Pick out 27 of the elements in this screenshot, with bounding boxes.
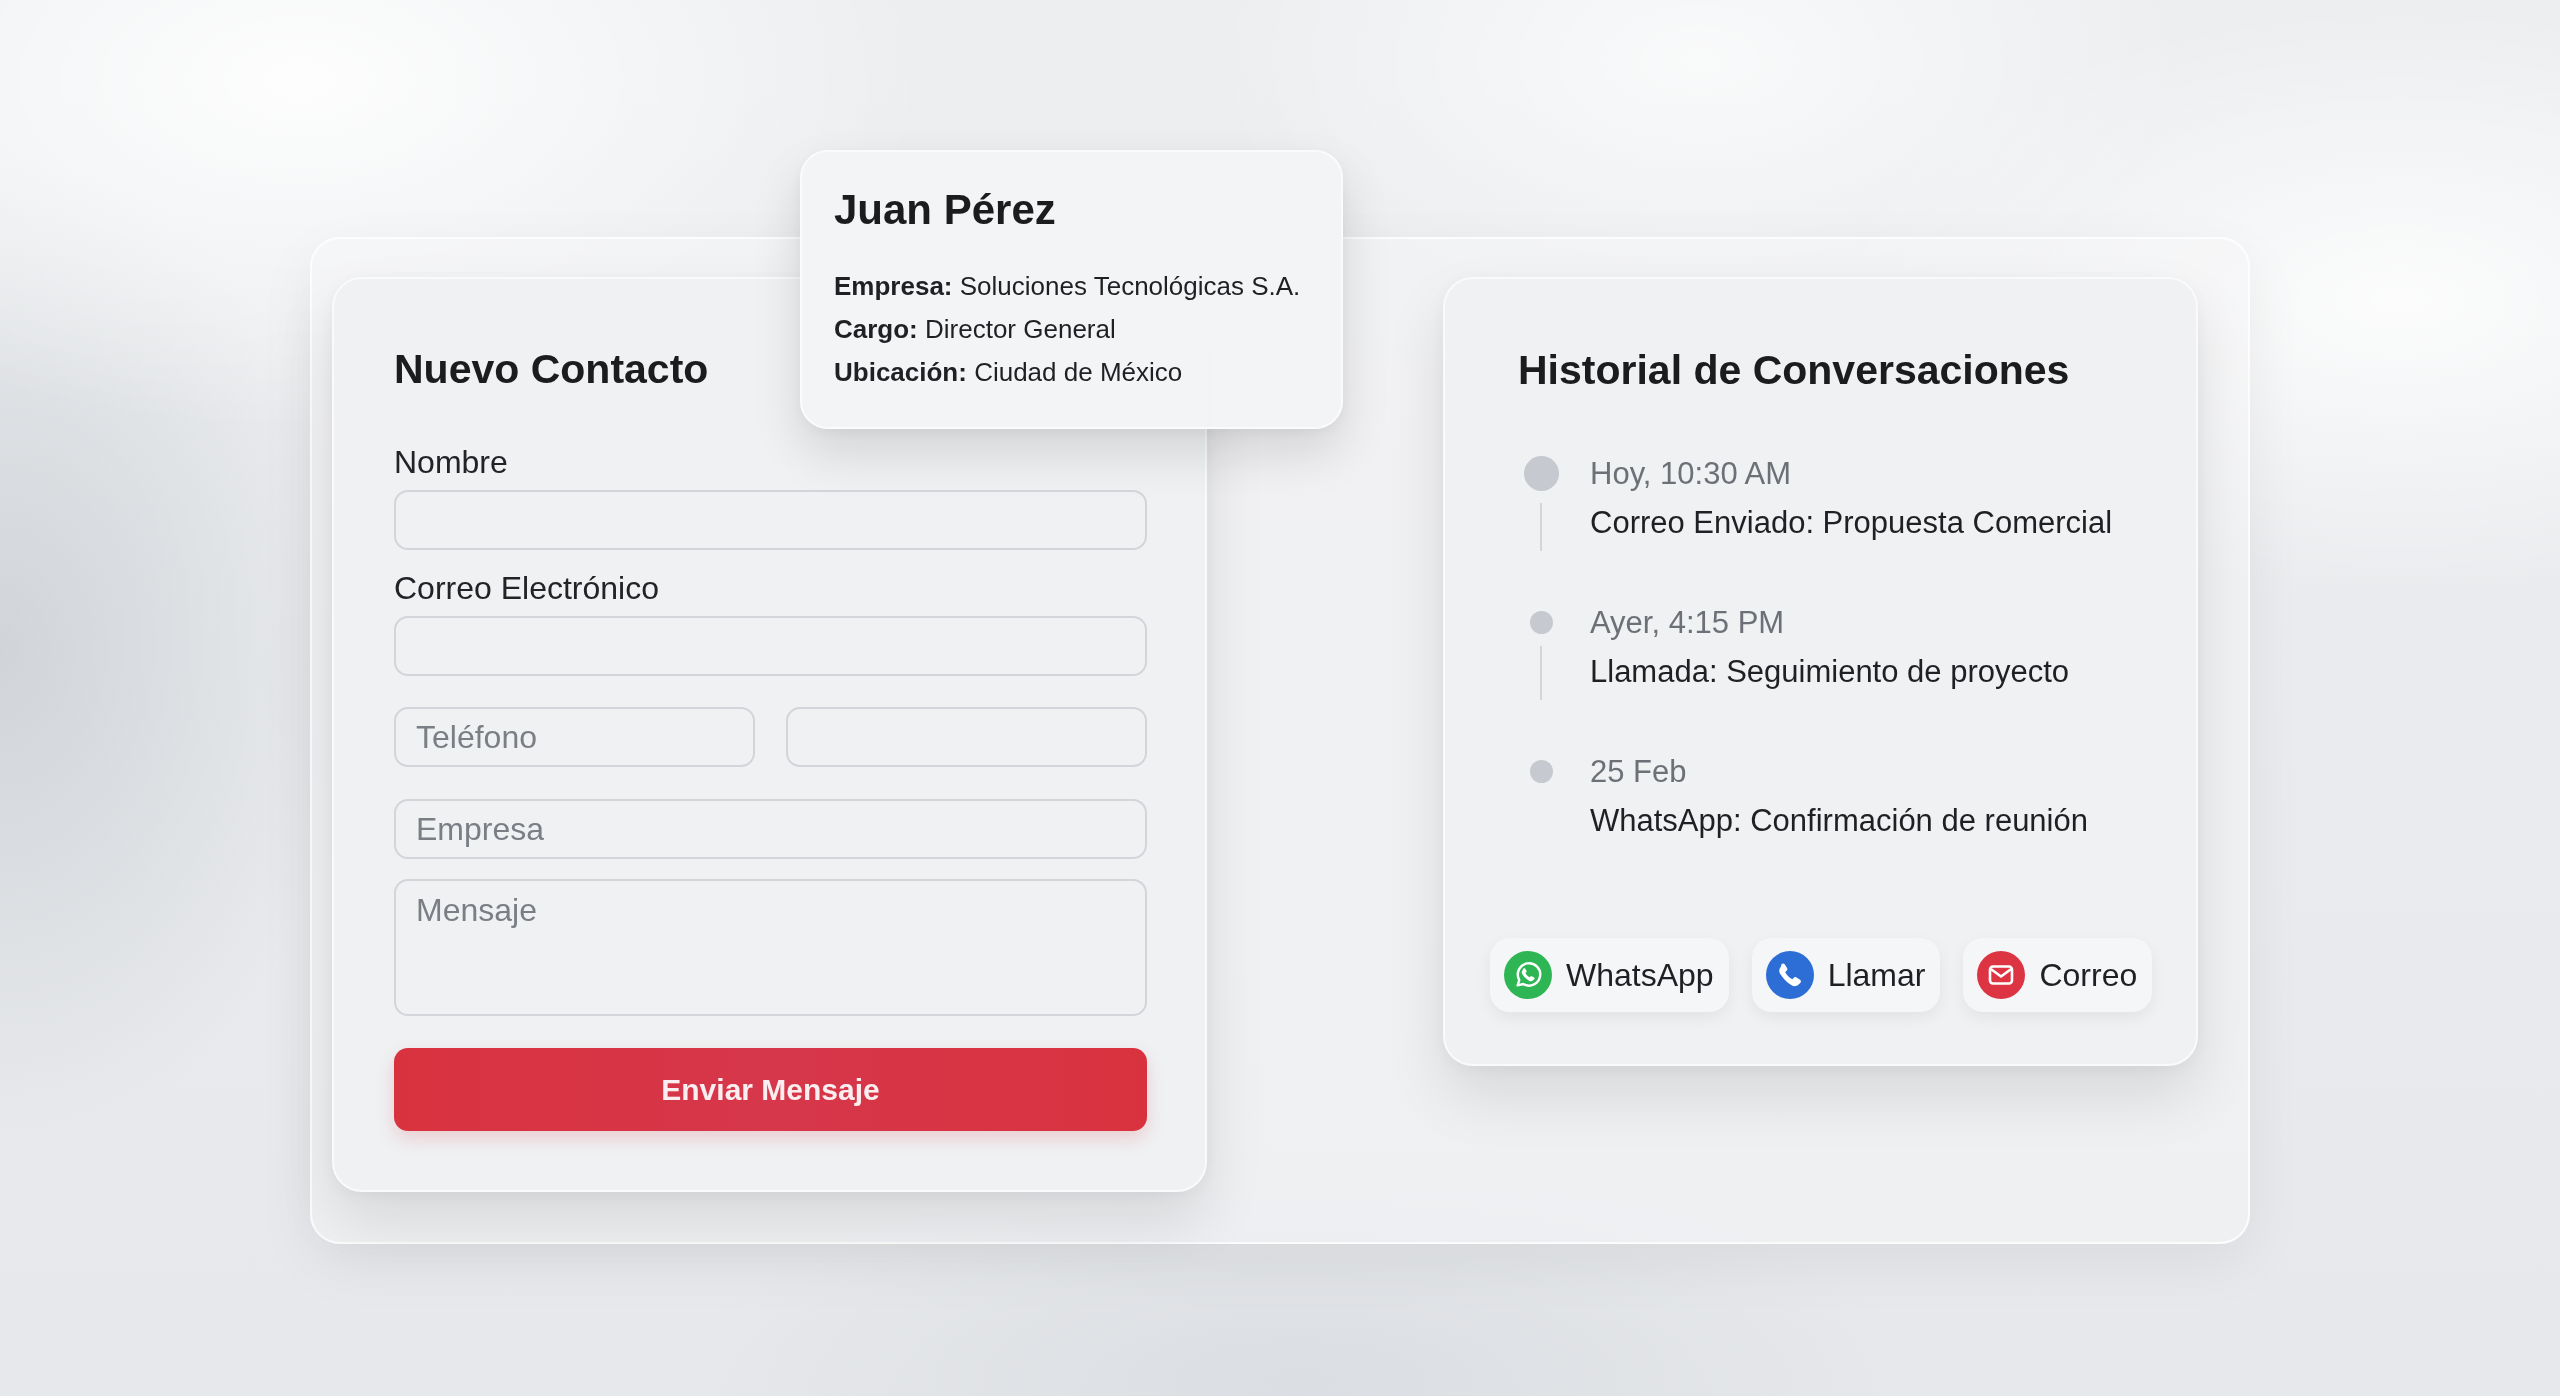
email-button[interactable]: Correo (1963, 938, 2153, 1012)
contact-name: Juan Pérez (834, 185, 1056, 235)
timeline-time: Ayer, 4:15 PM (1590, 604, 1785, 642)
timeline-time: Hoy, 10:30 AM (1590, 455, 1792, 493)
input-field[interactable] (786, 707, 1147, 767)
timeline-time: 25 Feb (1590, 753, 1687, 791)
contact-detail: Ubicación: Ciudad de México (834, 356, 1183, 389)
contact-detail: Cargo: Director General (834, 313, 1116, 346)
input-field[interactable] (394, 616, 1147, 676)
envelope-icon (1977, 951, 2026, 999)
field-label: Correo Electrónico (394, 569, 659, 607)
field-label: Nombre (394, 443, 508, 481)
form-title: Nuevo Contacto (394, 345, 709, 393)
message-field[interactable]: Mensaje (394, 879, 1147, 1016)
contact-detail: Empresa: Soluciones Tecnológicas S.A. (834, 270, 1301, 303)
phone-icon (1765, 951, 1814, 999)
chat-bubble-icon (1504, 951, 1552, 999)
input-field[interactable]: Empresa (394, 799, 1147, 859)
history-title: Historial de Conversaciones (1518, 346, 2070, 394)
call-button[interactable]: Llamar (1751, 938, 1941, 1012)
timeline-summary: WhatsApp: Confirmación de reunión (1590, 802, 2088, 840)
timeline-summary: Llamada: Seguimiento de proyecto (1590, 653, 2070, 691)
send-button[interactable]: Enviar Mensaje (394, 1048, 1147, 1131)
whatsapp-button[interactable]: WhatsApp (1490, 938, 1729, 1012)
input-field[interactable]: Teléfono (394, 707, 755, 767)
timeline-summary: Correo Enviado: Propuesta Comercial (1590, 504, 2113, 542)
input-field[interactable] (394, 490, 1147, 550)
